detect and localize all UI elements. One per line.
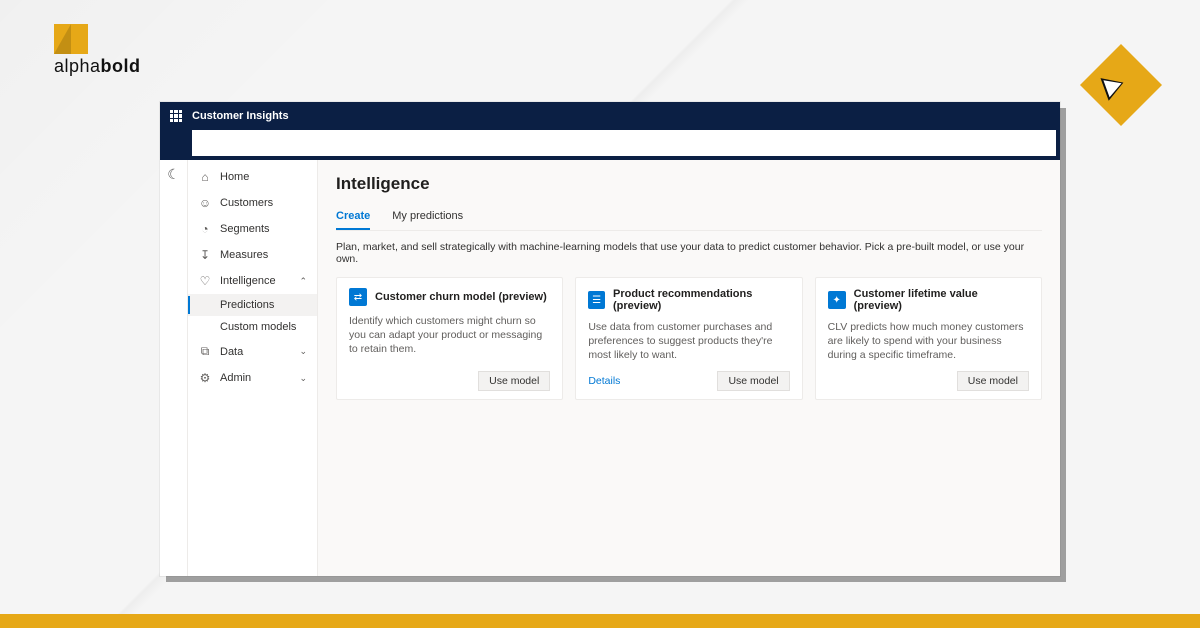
sidebar-item-label: Data: [220, 346, 243, 358]
recommendations-icon: ☰: [588, 291, 605, 309]
card-title: Customer lifetime value (preview): [854, 288, 1029, 312]
card-body: Identify which customers might churn so …: [349, 314, 550, 363]
main-content: Intelligence Create My predictions Plan,…: [318, 160, 1060, 576]
tab-create[interactable]: Create: [336, 206, 370, 230]
details-link[interactable]: Details: [588, 375, 620, 387]
app-title: Customer Insights: [192, 110, 289, 122]
brand-arrow-graphic: [1092, 56, 1150, 114]
sidebar-item-data[interactable]: ⧉ Data ⌄: [188, 338, 317, 365]
workspace: ☾ ⌂ Home ☺ Customers ◔ Segments ↧ Measur…: [160, 160, 1060, 576]
data-icon: ⧉: [198, 344, 212, 359]
churn-icon: ⇄: [349, 288, 367, 306]
use-model-button[interactable]: Use model: [478, 371, 550, 391]
sidebar-sub-custom-models[interactable]: Custom models: [188, 316, 317, 338]
sidebar-item-label: Admin: [220, 372, 251, 384]
admin-icon: ⚙: [198, 371, 212, 385]
segments-icon: ◔: [198, 222, 212, 236]
sidebar-item-label: Custom models: [220, 321, 296, 333]
card-title: Product recommendations (preview): [613, 288, 790, 312]
clv-icon: ✦: [828, 291, 846, 309]
app-launcher-icon[interactable]: [170, 110, 182, 122]
tab-my-predictions[interactable]: My predictions: [392, 206, 463, 230]
sidebar-item-measures[interactable]: ↧ Measures: [188, 242, 317, 268]
sidebar-item-home[interactable]: ⌂ Home: [188, 164, 317, 190]
app-window: Customer Insights ☾ ⌂ Home ☺ Customers ◔…: [160, 102, 1060, 576]
sidebar-item-label: Home: [220, 171, 249, 183]
icon-rail: ☾: [160, 160, 188, 576]
card-title: Customer churn model (preview): [375, 291, 547, 303]
footer-accent-bar: [0, 614, 1200, 628]
search-row: [160, 130, 1060, 160]
sidebar-item-segments[interactable]: ◔ Segments: [188, 216, 317, 242]
sidebar-sub-predictions[interactable]: Predictions: [188, 294, 317, 316]
search-input[interactable]: [192, 130, 1056, 156]
card-product-recommendations: ☰ Product recommendations (preview) Use …: [575, 277, 802, 400]
sidebar-item-label: Measures: [220, 249, 268, 261]
card-customer-churn: ⇄ Customer churn model (preview) Identif…: [336, 277, 563, 400]
customers-icon: ☺: [198, 196, 212, 210]
chevron-down-icon: ⌄: [299, 373, 307, 384]
model-cards-row: ⇄ Customer churn model (preview) Identif…: [336, 277, 1042, 400]
chevron-down-icon: ⌄: [299, 346, 307, 357]
sidebar-item-label: Predictions: [220, 299, 274, 311]
sidebar-item-label: Segments: [220, 223, 270, 235]
home-icon: ⌂: [198, 170, 212, 184]
page-title: Intelligence: [336, 174, 1042, 194]
sidebar-item-label: Customers: [220, 197, 273, 209]
use-model-button[interactable]: Use model: [717, 371, 789, 391]
sidebar: ⌂ Home ☺ Customers ◔ Segments ↧ Measures…: [188, 160, 318, 576]
brand-mark-icon: [54, 24, 88, 54]
sidebar-item-intelligence[interactable]: ♡ Intelligence ⌃: [188, 268, 317, 294]
brand-logo: alphabold: [54, 24, 144, 84]
sidebar-item-label: Intelligence: [220, 275, 276, 287]
titlebar: Customer Insights: [160, 102, 1060, 130]
intelligence-icon: ♡: [198, 274, 212, 288]
page-description: Plan, market, and sell strategically wit…: [336, 241, 1042, 265]
sidebar-item-customers[interactable]: ☺ Customers: [188, 190, 317, 216]
use-model-button[interactable]: Use model: [957, 371, 1029, 391]
card-body: Use data from customer purchases and pre…: [588, 320, 789, 363]
rail-item-icon[interactable]: ☾: [160, 166, 187, 183]
measures-icon: ↧: [198, 248, 212, 262]
brand-wordmark: alphabold: [54, 56, 144, 77]
card-customer-lifetime-value: ✦ Customer lifetime value (preview) CLV …: [815, 277, 1042, 400]
chevron-up-icon: ⌃: [299, 276, 307, 287]
sidebar-item-admin[interactable]: ⚙ Admin ⌄: [188, 365, 317, 391]
tab-strip: Create My predictions: [336, 206, 1042, 231]
card-body: CLV predicts how much money customers ar…: [828, 320, 1029, 363]
